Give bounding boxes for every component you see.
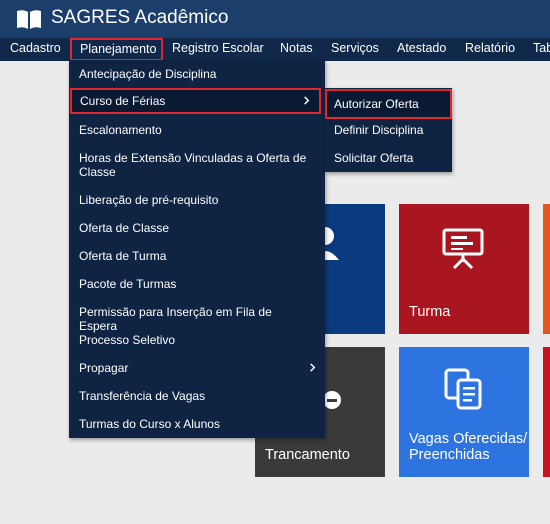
dropdown-item-label: Propagar [79, 361, 129, 375]
planejamento-dropdown: Antecipação de Disciplina Curso de Féria… [69, 60, 325, 438]
dropdown-item-transferencia[interactable]: Transferência de Vagas [69, 389, 325, 403]
dropdown-item-curso-de-ferias[interactable]: Curso de Férias [70, 88, 321, 114]
main-menubar: Cadastro Planejamento Registro Escolar N… [0, 38, 550, 61]
menu-planejamento[interactable]: Planejamento [70, 38, 163, 61]
dropdown-item-propagar[interactable]: Propagar [69, 361, 325, 375]
dropdown-item-oferta-turma[interactable]: Oferta de Turma [69, 249, 325, 263]
menu-atestado[interactable]: Atestado [397, 38, 446, 61]
tile-vagas-label: Vagas Oferecidas/ Preenchidas [409, 431, 528, 463]
tile-turma-label: Turma [409, 304, 451, 320]
tile-red[interactable] [543, 347, 550, 477]
curso-de-ferias-submenu: Autorizar Oferta Definir Disciplina Soli… [325, 88, 452, 172]
menu-tab[interactable]: Tab [533, 38, 550, 61]
app-title: SAGRES Acadêmico [51, 7, 229, 28]
dropdown-item-antecipacao[interactable]: Antecipação de Disciplina [69, 67, 325, 81]
submenu-item-definir-disciplina[interactable]: Definir Disciplina [325, 123, 452, 137]
menu-registro-escolar[interactable]: Registro Escolar [172, 38, 264, 61]
chevron-right-icon [310, 363, 316, 372]
tile-orange[interactable] [543, 204, 550, 334]
dropdown-item-processo-seletivo[interactable]: Processo Seletivo [69, 333, 325, 347]
menu-relatorio[interactable]: Relatório [465, 38, 515, 61]
submenu-item-solicitar-oferta[interactable]: Solicitar Oferta [325, 151, 452, 165]
presentation-board-icon [442, 228, 484, 270]
tile-trancamento-label: Trancamento [265, 447, 350, 463]
dropdown-item-escalonamento[interactable]: Escalonamento [69, 123, 325, 137]
dropdown-item-pacote-turmas[interactable]: Pacote de Turmas [69, 277, 325, 291]
tile-turma[interactable]: Turma [399, 204, 529, 334]
dropdown-item-liberacao[interactable]: Liberação de pré-requisito [69, 193, 325, 207]
documents-icon [444, 368, 482, 410]
dropdown-item-horas-extensao[interactable]: Horas de Extensão Vinculadas a Oferta de… [69, 151, 325, 179]
menu-cadastro[interactable]: Cadastro [10, 38, 61, 61]
dropdown-item-label: Curso de Férias [80, 94, 166, 108]
submenu-item-autorizar-oferta[interactable]: Autorizar Oferta [325, 89, 452, 119]
book-icon [17, 10, 41, 29]
tile-vagas[interactable]: Vagas Oferecidas/ Preenchidas [399, 347, 529, 477]
dropdown-item-oferta-classe[interactable]: Oferta de Classe [69, 221, 325, 235]
chevron-right-icon [304, 96, 310, 105]
menu-servicos[interactable]: Serviços [331, 38, 379, 61]
app-header: SAGRES Acadêmico [0, 0, 550, 38]
dropdown-item-turmas-curso[interactable]: Turmas do Curso x Alunos [69, 417, 325, 431]
dropdown-item-permissao[interactable]: Permissão para Inserção em Fila de Esper… [69, 305, 325, 333]
menu-notas[interactable]: Notas [280, 38, 313, 61]
